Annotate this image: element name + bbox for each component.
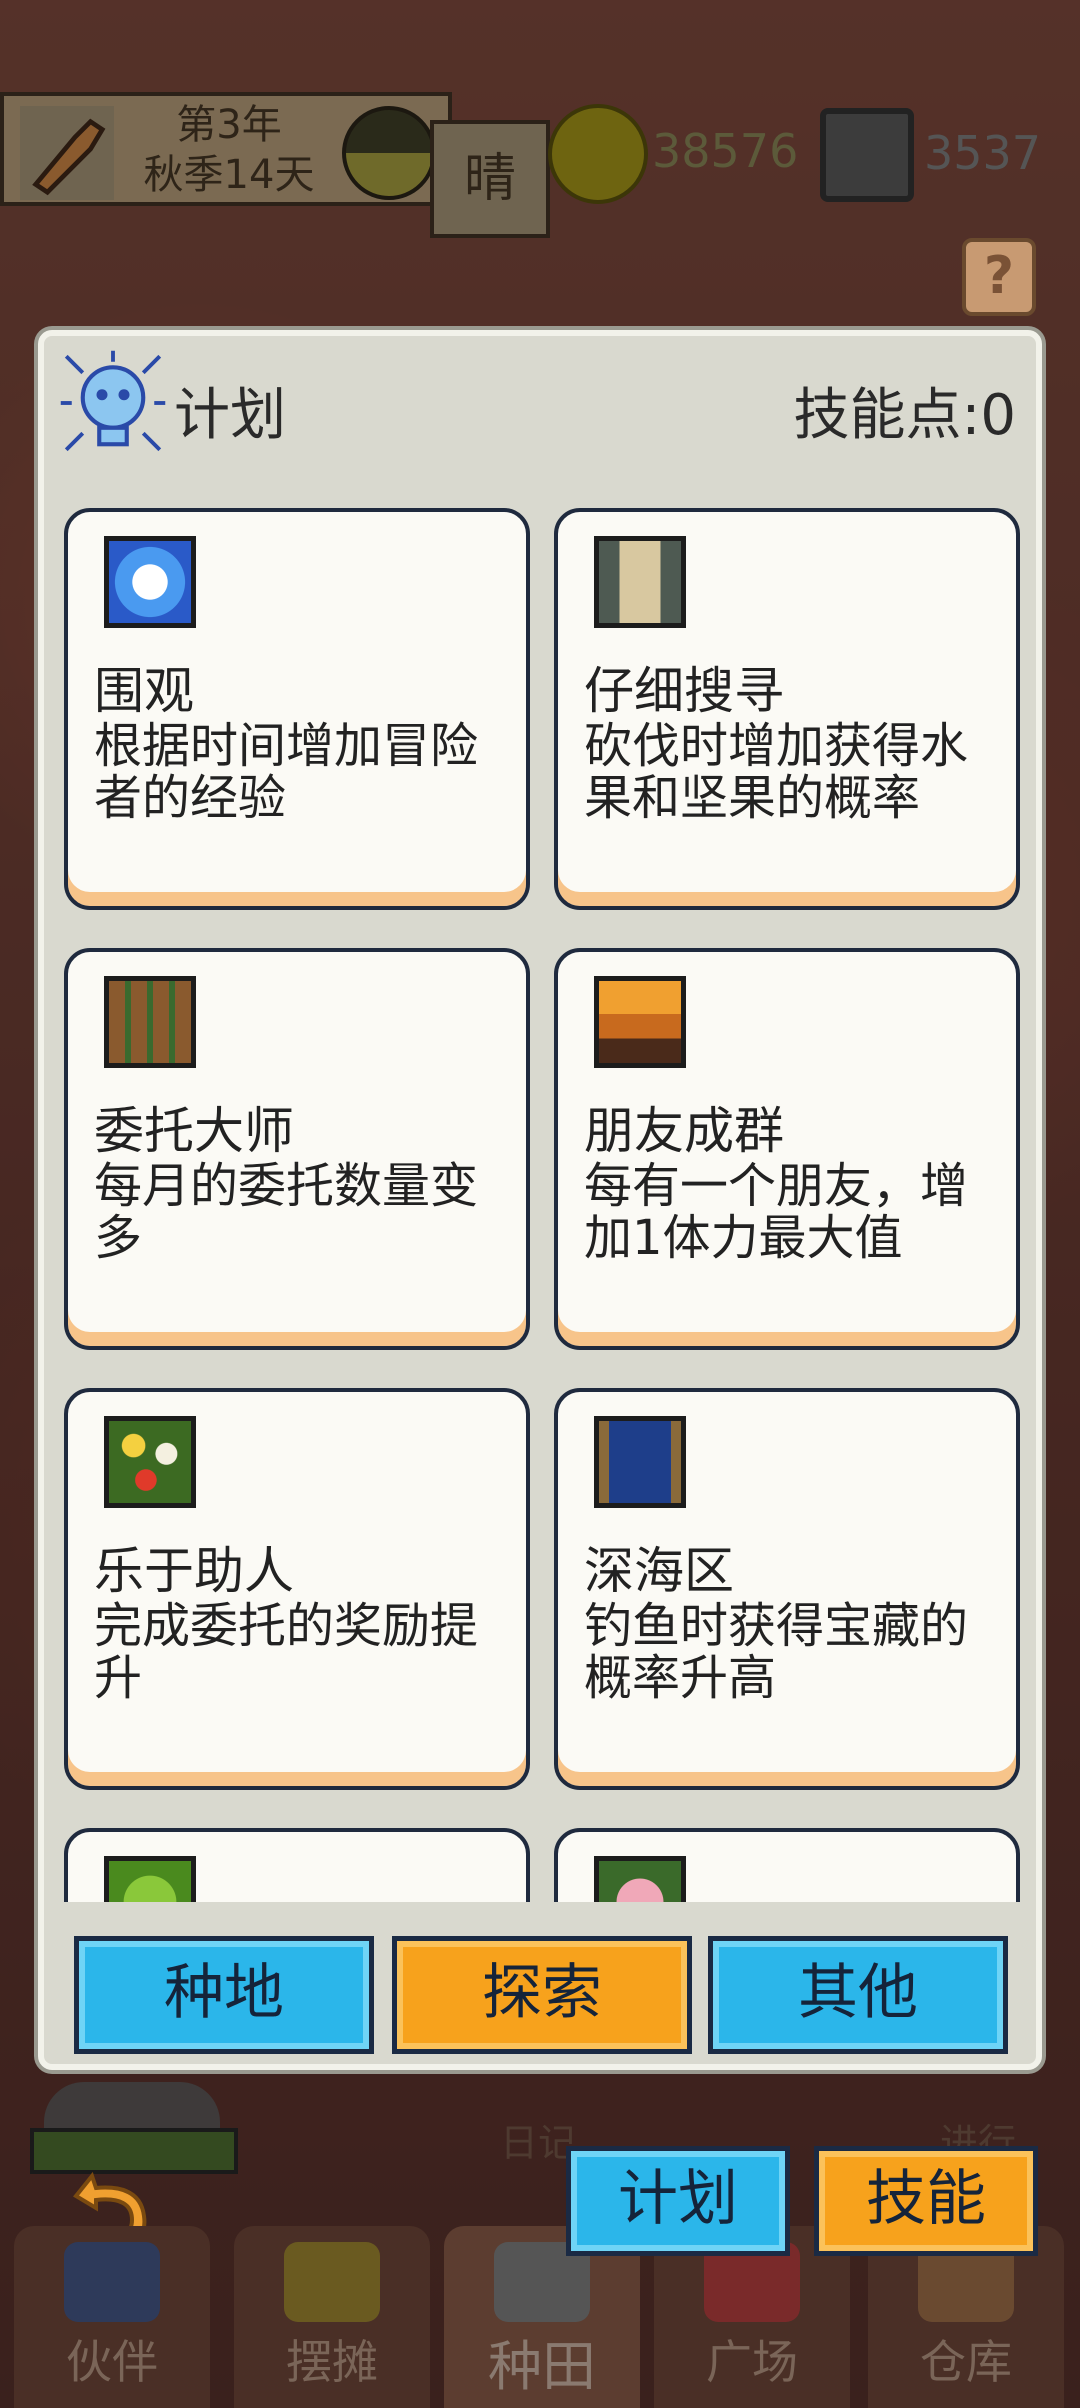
- panel-header: 计划 技能点:0: [44, 336, 1036, 466]
- rose-icon: [594, 1856, 686, 1902]
- scroll-icon: [594, 536, 686, 628]
- skill-name: 深海区: [584, 1542, 734, 1600]
- skill-card[interactable]: [554, 1828, 1020, 1902]
- flowers-icon: [104, 1416, 196, 1508]
- tab-explore[interactable]: 探索: [392, 1936, 692, 2054]
- skill-name: 仔细搜寻: [584, 662, 784, 720]
- tab-farming[interactable]: 种地: [74, 1936, 374, 2054]
- nav-label: 摆摊: [286, 2335, 378, 2389]
- year-label: 第3年: [176, 102, 282, 148]
- nav-label: 仓库: [920, 2335, 1012, 2389]
- skill-card[interactable]: 朋友成群 每有一个朋友，增加1体力最大值: [554, 948, 1020, 1350]
- plan-button[interactable]: 计划: [566, 2146, 790, 2256]
- sparkle-icon: [104, 536, 196, 628]
- skill-description: 砍伐时增加获得水果和坚果的概率: [584, 718, 969, 826]
- banner-icon: [594, 1416, 686, 1508]
- weather-indicator: 晴: [430, 120, 550, 238]
- coin-icon: [548, 104, 648, 204]
- club-icon: [20, 106, 114, 200]
- season-day-label: 秋季14天: [143, 152, 315, 198]
- sunset-tree-icon: [594, 976, 686, 1068]
- leaf-icon: [104, 1856, 196, 1902]
- date-text: 第3年 秋季14天: [124, 100, 334, 200]
- companion-portrait: [44, 2082, 220, 2132]
- diary-label[interactable]: 日记: [500, 2112, 576, 2167]
- plan-panel: 计划 技能点:0 围观 根据时间增加冒险者的经验 仔细搜寻 砍伐时增加获得水果和…: [38, 330, 1042, 2070]
- skill-card[interactable]: 围观 根据时间增加冒险者的经验: [64, 508, 530, 910]
- gem-icon: [820, 108, 914, 202]
- partners-icon: [64, 2242, 160, 2322]
- panel-title: 计划: [174, 383, 286, 448]
- stall-icon: [284, 2242, 380, 2322]
- nav-label: 种田: [488, 2335, 596, 2398]
- skill-description: 根据时间增加冒险者的经验: [94, 718, 479, 826]
- tab-other[interactable]: 其他: [708, 1936, 1008, 2054]
- skill-card-grid[interactable]: 围观 根据时间增加冒险者的经验 仔细搜寻 砍伐时增加获得水果和坚果的概率 委托大…: [64, 508, 1022, 1902]
- gem-count: 3537: [924, 126, 1042, 180]
- skill-description: 每有一个朋友，增加1体力最大值: [584, 1158, 969, 1266]
- nav-label: 广场: [706, 2335, 798, 2389]
- board-icon: [104, 976, 196, 1068]
- nav-label: 伙伴: [66, 2335, 158, 2389]
- skill-name: 围观: [94, 662, 194, 720]
- coin-count: 38576: [652, 124, 799, 178]
- help-button[interactable]: ?: [962, 238, 1036, 316]
- skill-button[interactable]: 技能: [814, 2146, 1038, 2256]
- date-display: 第3年 秋季14天: [0, 92, 452, 206]
- day-cycle-icon: [342, 106, 436, 200]
- skill-name: 委托大师: [94, 1102, 294, 1160]
- skill-card[interactable]: 仔细搜寻 砍伐时增加获得水果和坚果的概率: [554, 508, 1020, 910]
- nav-stall[interactable]: 摆摊: [234, 2226, 430, 2408]
- skill-description: 完成委托的奖励提升: [94, 1598, 479, 1706]
- skill-card[interactable]: 委托大师 每月的委托数量变多: [64, 948, 530, 1350]
- skill-name: 朋友成群: [584, 1102, 784, 1160]
- category-tabs: 种地 探索 其他: [44, 1936, 1036, 2062]
- skill-description: 每月的委托数量变多: [94, 1158, 479, 1266]
- skill-name: 乐于助人: [94, 1542, 294, 1600]
- lightbulb-icon: [60, 350, 166, 452]
- nav-partners[interactable]: 伙伴: [14, 2226, 210, 2408]
- skill-points: 技能点:0: [793, 383, 1017, 448]
- skill-description: 钓鱼时获得宝藏的概率升高: [584, 1598, 969, 1706]
- skill-card[interactable]: [64, 1828, 530, 1902]
- skill-card[interactable]: 深海区 钓鱼时获得宝藏的概率升高: [554, 1388, 1020, 1790]
- skill-card[interactable]: 乐于助人 完成委托的奖励提升: [64, 1388, 530, 1790]
